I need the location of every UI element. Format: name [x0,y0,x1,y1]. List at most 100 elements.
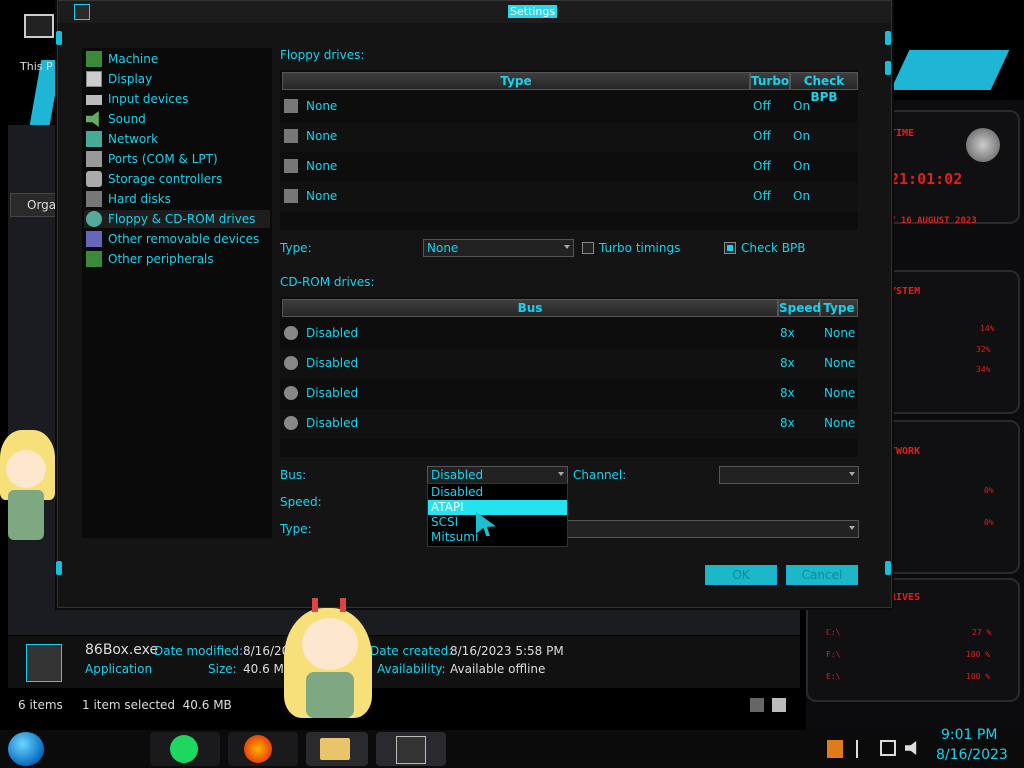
details-view-icon[interactable] [750,698,764,712]
drive-name: F:\ [826,650,841,659]
this-pc-desktop-icon[interactable]: This P [20,10,54,73]
time-widget-value: 21:01:02 [890,170,963,188]
taskbar-firefox[interactable] [228,732,298,766]
sidebar-item-other-peripherals[interactable]: Other peripherals [84,250,270,268]
sidebar-item-hard-disks[interactable]: Hard disks [84,190,270,208]
cdrom-drive-icon [284,326,298,340]
start-button[interactable] [8,732,44,766]
clock-time[interactable]: 9:01 PM [941,727,997,743]
network-tray-icon[interactable] [880,740,896,756]
check-bpb-checkbox[interactable] [724,242,736,254]
drive-usage: 100 % [966,672,991,681]
floppy-checkbpb-cell: On [793,189,811,203]
turbo-timings-checkbox[interactable] [582,242,594,254]
devil-horn-icon [312,598,318,612]
table-row[interactable]: Disabled 8x None [280,349,858,379]
keyboard-icon [86,95,102,105]
sidebar-item-other-removable[interactable]: Other removable devices [84,230,270,248]
chevron-down-icon [849,526,855,530]
table-row[interactable]: None Off On [280,92,858,122]
table-row[interactable]: None Off On [280,122,858,152]
column-header-speed[interactable]: Speed [778,299,821,317]
floppy-type-cell: None [306,129,338,143]
settings-sidebar: Machine Display Input devices Sound Netw… [82,48,272,538]
explorer-status-bar: 6 items 1 item selected 40.6 MB [8,693,800,717]
bus-option-disabled[interactable]: Disabled [428,485,567,500]
column-header-type[interactable]: Type [820,299,858,317]
floppy-type-label: Type: [280,241,312,255]
floppy-type-select[interactable]: None [423,239,574,257]
swap-value: 34% [976,365,991,374]
drive-usage: 27 % [972,628,992,637]
column-header-check-bpb[interactable]: Check BPB [790,72,858,104]
cdrom-channel-select[interactable] [719,466,859,484]
floppy-checkbpb-cell: On [793,99,811,113]
drives-widget-label: RIVES [890,592,921,603]
bus-option-mitsumi[interactable]: Mitsumi [428,530,567,545]
storage-icon [86,171,102,187]
floppy-section-label: Floppy drives: [280,48,365,62]
table-row[interactable]: Disabled 8x None [280,379,858,409]
column-header-type[interactable]: Type [282,72,750,90]
large-icons-view-icon[interactable] [772,698,786,712]
firefox-icon [244,735,272,763]
table-row[interactable]: None Off On [280,182,858,212]
taskbar-spotify[interactable] [150,732,220,766]
volume-icon[interactable] [905,741,917,755]
machine-icon [86,51,102,67]
frame-ornament [885,61,891,75]
network-widget-label: TWORK [890,446,921,457]
chip-icon [86,251,102,267]
flag-icon[interactable] [856,740,872,758]
cdrom-bus-select[interactable]: Disabled [427,466,568,484]
dialog-title-bar[interactable]: Settings [58,1,891,23]
chevron-down-icon [849,472,855,476]
floppy-drive-icon [284,129,298,143]
cdrom-drive-icon [284,416,298,430]
ok-button[interactable]: OK [705,565,777,585]
upload-value: 0% [984,486,994,495]
cdrom-speed-label: Speed: [280,495,322,509]
sidebar-item-storage-controllers[interactable]: Storage controllers [84,170,270,188]
sidebar-item-floppy-cdrom[interactable]: Floppy & CD-ROM drives [84,210,270,228]
column-header-turbo[interactable]: Turbo [750,72,790,90]
table-row[interactable]: Disabled 8x None [280,319,858,349]
86box-app-icon [74,4,90,20]
floppy-turbo-cell: Off [753,99,771,113]
port-icon [86,151,102,167]
sidebar-item-machine[interactable]: Machine [84,50,270,68]
floppy-checkbpb-cell: On [793,129,811,143]
explorer-details-pane: 86Box.exe Application Date modified: 8/1… [8,636,800,688]
cdrom-speed-cell: 8x [780,416,795,430]
sidebar-item-label: Sound [108,112,146,126]
floppy-drive-icon [284,99,298,113]
cancel-button[interactable]: Cancel [786,565,858,585]
clock-date[interactable]: 8/16/2023 [936,747,1008,763]
sidebar-item-ports[interactable]: Ports (COM & LPT) [84,150,270,168]
desktop-icon-label: This P [20,60,53,73]
floppy-turbo-cell: Off [753,129,771,143]
cdrom-bus-cell: Disabled [306,416,359,430]
sidebar-item-sound[interactable]: Sound [84,110,270,128]
sidebar-item-input-devices[interactable]: Input devices [84,90,270,108]
tray-app-icon[interactable] [827,740,843,758]
sidebar-item-label: Ports (COM & LPT) [108,152,218,166]
sidebar-item-label: Other removable devices [108,232,260,246]
table-row[interactable]: None Off On [280,152,858,182]
floppy-type-cell: None [306,99,338,113]
floppy-drives-table: Type Turbo Check BPB None Off On None Of… [280,70,858,230]
floppy-type-cell: None [306,189,338,203]
column-header-bus[interactable]: Bus [282,299,778,317]
bus-option-scsi[interactable]: SCSI [428,515,567,530]
taskbar-86box[interactable] [376,732,446,766]
table-row[interactable]: Disabled 8x None [280,409,858,439]
sidebar-item-network[interactable]: Network [84,130,270,148]
taskbar-file-explorer[interactable] [306,732,368,766]
bus-option-atapi[interactable]: ATAPI [428,500,567,515]
cdrom-drive-icon [284,356,298,370]
sidebar-item-display[interactable]: Display [84,70,270,88]
check-bpb-label: Check BPB [741,241,806,255]
cdrom-bus-cell: Disabled [306,386,359,400]
frame-ornament [885,561,891,575]
floppy-type-cell: None [306,159,338,173]
